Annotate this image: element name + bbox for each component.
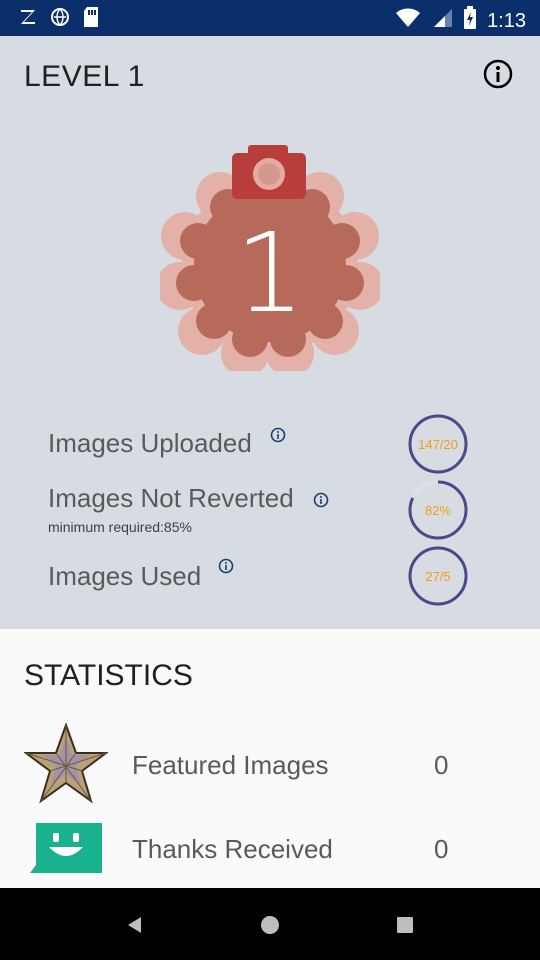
metric-label-images-not-reverted: Images Not Reverted xyxy=(48,483,294,513)
home-circle-icon xyxy=(261,916,279,934)
thanks-smiley-icon xyxy=(28,821,104,880)
stat-value-thanks-received: 0 xyxy=(434,834,449,864)
level-badge: 1 xyxy=(156,141,384,377)
recents-button[interactable] xyxy=(390,910,420,940)
status-bar: 1:13 xyxy=(0,0,540,36)
wifi-icon xyxy=(395,7,421,34)
navigation-bar xyxy=(0,888,540,960)
status-time: 1:13 xyxy=(487,9,526,32)
stat-value-featured-images: 0 xyxy=(434,750,449,780)
sd-card-icon xyxy=(82,6,100,33)
info-small-icon xyxy=(270,427,286,443)
cellular-signal-icon xyxy=(431,7,453,34)
stat-label-featured-images: Featured Images xyxy=(132,750,329,780)
images-uploaded-ring-text: 147/20 xyxy=(418,436,458,452)
metric-sublabel-minimum-required: minimum required:85% xyxy=(48,519,192,535)
images-not-reverted-ring-text: 82% xyxy=(424,502,452,518)
metric-label-images-used: Images Used xyxy=(48,561,202,591)
badge-level-number: 1 xyxy=(235,209,305,337)
back-button[interactable] xyxy=(120,910,150,940)
battery-charging-icon xyxy=(463,6,477,35)
images-uploaded-info-button[interactable] xyxy=(270,427,286,443)
info-button[interactable] xyxy=(482,58,514,90)
home-button[interactable] xyxy=(255,910,285,940)
images-uploaded-progress-ring: 147/20 xyxy=(407,413,469,475)
stat-label-thanks-received: Thanks Received xyxy=(132,834,333,864)
z-app-icon xyxy=(18,7,38,32)
recents-square-icon xyxy=(397,917,413,933)
back-triangle-icon xyxy=(128,917,141,933)
statistics-section: STATISTICS Featured Images 0 Thanks Rece… xyxy=(0,629,540,888)
images-used-ring-text: 27/5 xyxy=(425,568,451,584)
images-not-reverted-info-button[interactable] xyxy=(313,492,329,508)
images-used-progress-ring: 27/5 xyxy=(407,545,469,607)
images-used-info-button[interactable] xyxy=(218,558,234,574)
info-small-icon xyxy=(313,492,329,508)
camera-icon xyxy=(232,145,306,199)
globe-sync-icon xyxy=(50,7,70,32)
statistics-title: STATISTICS xyxy=(24,659,193,692)
images-not-reverted-progress-ring: 82% xyxy=(407,479,469,541)
featured-star-icon xyxy=(23,722,109,810)
achievements-panel: LEVEL 1 1 Images Uploaded 147/20 Images … xyxy=(0,36,540,629)
info-icon xyxy=(483,59,513,89)
info-small-icon xyxy=(218,558,234,574)
metric-label-images-uploaded: Images Uploaded xyxy=(48,428,252,458)
level-title: LEVEL 1 xyxy=(24,60,145,93)
